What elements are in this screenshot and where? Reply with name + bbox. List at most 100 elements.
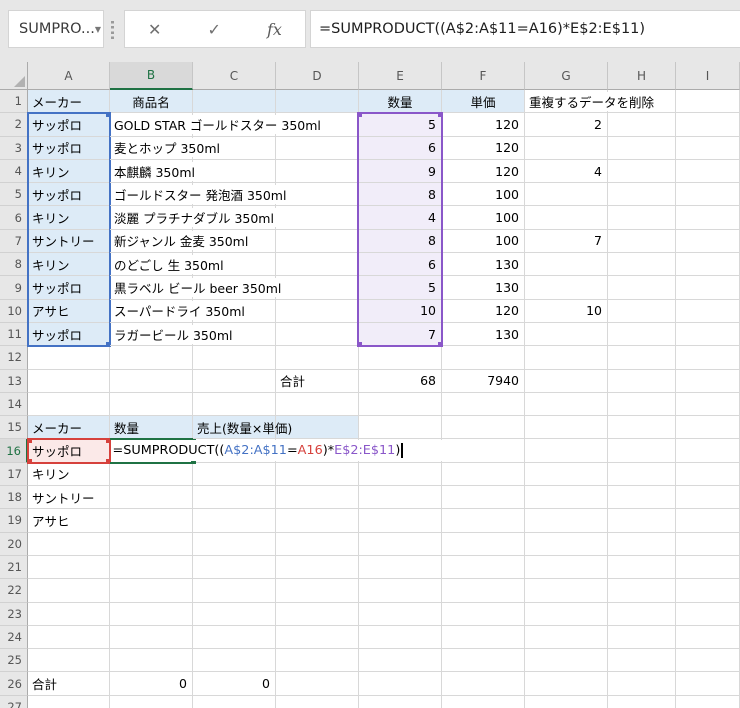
cell-B19[interactable] [110, 509, 193, 533]
row-header-19[interactable]: 19 [0, 509, 28, 533]
cell-G12[interactable] [525, 346, 608, 370]
col-header-A[interactable]: A [28, 62, 110, 90]
cell-H2[interactable] [608, 113, 676, 137]
cell-F14[interactable] [442, 392, 525, 417]
cell-H11[interactable] [608, 322, 676, 347]
cell-E12[interactable] [359, 346, 442, 370]
cell-B9[interactable]: 黒ラベル ビール beer 350ml [110, 276, 284, 300]
cell-C23[interactable] [193, 602, 276, 626]
cell-H3[interactable] [608, 136, 676, 160]
cell-H14[interactable] [608, 392, 676, 417]
cell-H25[interactable] [608, 649, 676, 673]
row-header-8[interactable]: 8 [0, 253, 28, 277]
cell-G15[interactable] [525, 416, 608, 440]
cell-C4[interactable] [193, 159, 276, 184]
range-handle[interactable] [438, 112, 443, 117]
cell-F13[interactable]: 7940 [442, 369, 525, 393]
cell-D26[interactable] [276, 672, 359, 696]
cell-D27[interactable] [276, 695, 359, 708]
cell-E2[interactable]: 5 [359, 113, 442, 137]
cell-B10[interactable]: スーパードライ 350ml [110, 299, 247, 323]
cell-G2[interactable]: 2 [525, 113, 608, 137]
cell-A22[interactable] [28, 579, 110, 603]
cell-G3[interactable] [525, 136, 608, 160]
cell-I25[interactable] [676, 649, 740, 673]
cell-H21[interactable] [608, 555, 676, 580]
cell-D22[interactable] [276, 579, 359, 603]
select-all-corner[interactable] [0, 62, 28, 90]
cell-B7[interactable]: 新ジャンル 金麦 350ml [110, 229, 251, 254]
cell-F21[interactable] [442, 555, 525, 580]
range-handle[interactable] [357, 342, 362, 347]
cell-D14[interactable] [276, 392, 359, 417]
cell-E11[interactable]: 7 [359, 322, 442, 347]
cell-E6[interactable]: 4 [359, 206, 442, 230]
cell-E21[interactable] [359, 555, 442, 580]
cell-H27[interactable] [608, 695, 676, 708]
row-header-9[interactable]: 9 [0, 276, 28, 300]
range-handle[interactable] [438, 342, 443, 347]
cell-F3[interactable]: 120 [442, 136, 525, 160]
cell-D19[interactable] [276, 509, 359, 533]
cell-A1[interactable]: メーカー [28, 90, 110, 114]
cell-G23[interactable] [525, 602, 608, 626]
cell-G24[interactable] [525, 625, 608, 650]
cell-A9[interactable]: サッポロ [28, 276, 110, 300]
cell-B8[interactable]: のどごし 生 350ml [110, 253, 226, 277]
cell-I17[interactable] [676, 462, 740, 487]
enter-icon[interactable]: ✓ [208, 20, 221, 39]
cell-A14[interactable] [28, 392, 110, 417]
cell-C24[interactable] [193, 625, 276, 650]
cell-I16[interactable] [676, 439, 740, 463]
col-header-E[interactable]: E [359, 62, 442, 90]
cell-B27[interactable] [110, 695, 193, 708]
cell-H10[interactable] [608, 299, 676, 323]
cell-B4[interactable]: 本麒麟 350ml [110, 159, 197, 184]
col-header-C[interactable]: C [193, 62, 276, 90]
row-header-7[interactable]: 7 [0, 229, 28, 254]
cell-B3[interactable]: 麦とホップ 350ml [110, 136, 222, 160]
cell-B13[interactable] [110, 369, 193, 393]
cell-H6[interactable] [608, 206, 676, 230]
cell-C26[interactable]: 0 [193, 672, 276, 696]
range-handle[interactable] [27, 458, 32, 464]
cell-C12[interactable] [193, 346, 276, 370]
cell-G5[interactable] [525, 183, 608, 207]
row-header-2[interactable]: 2 [0, 113, 28, 137]
cell-C14[interactable] [193, 392, 276, 417]
cell-I19[interactable] [676, 509, 740, 533]
cell-G8[interactable] [525, 253, 608, 277]
cell-E14[interactable] [359, 392, 442, 417]
cell-H23[interactable] [608, 602, 676, 626]
cell-I10[interactable] [676, 299, 740, 323]
row-header-6[interactable]: 6 [0, 206, 28, 230]
cell-C27[interactable] [193, 695, 276, 708]
cell-A5[interactable]: サッポロ [28, 183, 110, 207]
cell-D9[interactable] [276, 276, 359, 300]
cell-F26[interactable] [442, 672, 525, 696]
cell-G21[interactable] [525, 555, 608, 580]
cell-B22[interactable] [110, 579, 193, 603]
cell-D11[interactable] [276, 322, 359, 347]
cell-A8[interactable]: キリン [28, 253, 110, 277]
row-header-18[interactable]: 18 [0, 486, 28, 510]
cell-F1[interactable]: 単価 [442, 90, 525, 114]
cell-B25[interactable] [110, 649, 193, 673]
row-header-17[interactable]: 17 [0, 462, 28, 487]
cell-G13[interactable] [525, 369, 608, 393]
col-header-F[interactable]: F [442, 62, 525, 90]
cell-G17[interactable] [525, 462, 608, 487]
cell-I2[interactable] [676, 113, 740, 137]
cell-D13[interactable]: 合計 [276, 369, 359, 393]
cell-A12[interactable] [28, 346, 110, 370]
cell-F4[interactable]: 120 [442, 159, 525, 184]
cell-I8[interactable] [676, 253, 740, 277]
cell-H24[interactable] [608, 625, 676, 650]
cell-F8[interactable]: 130 [442, 253, 525, 277]
col-header-H[interactable]: H [608, 62, 676, 90]
cell-E26[interactable] [359, 672, 442, 696]
formula-edit-text[interactable]: =SUMPRODUCT((A$2:A$11 = A16)* E$2:E$11) [112, 440, 443, 462]
cell-B17[interactable] [110, 462, 193, 487]
cell-C18[interactable] [193, 486, 276, 510]
col-header-I[interactable]: I [676, 62, 740, 90]
